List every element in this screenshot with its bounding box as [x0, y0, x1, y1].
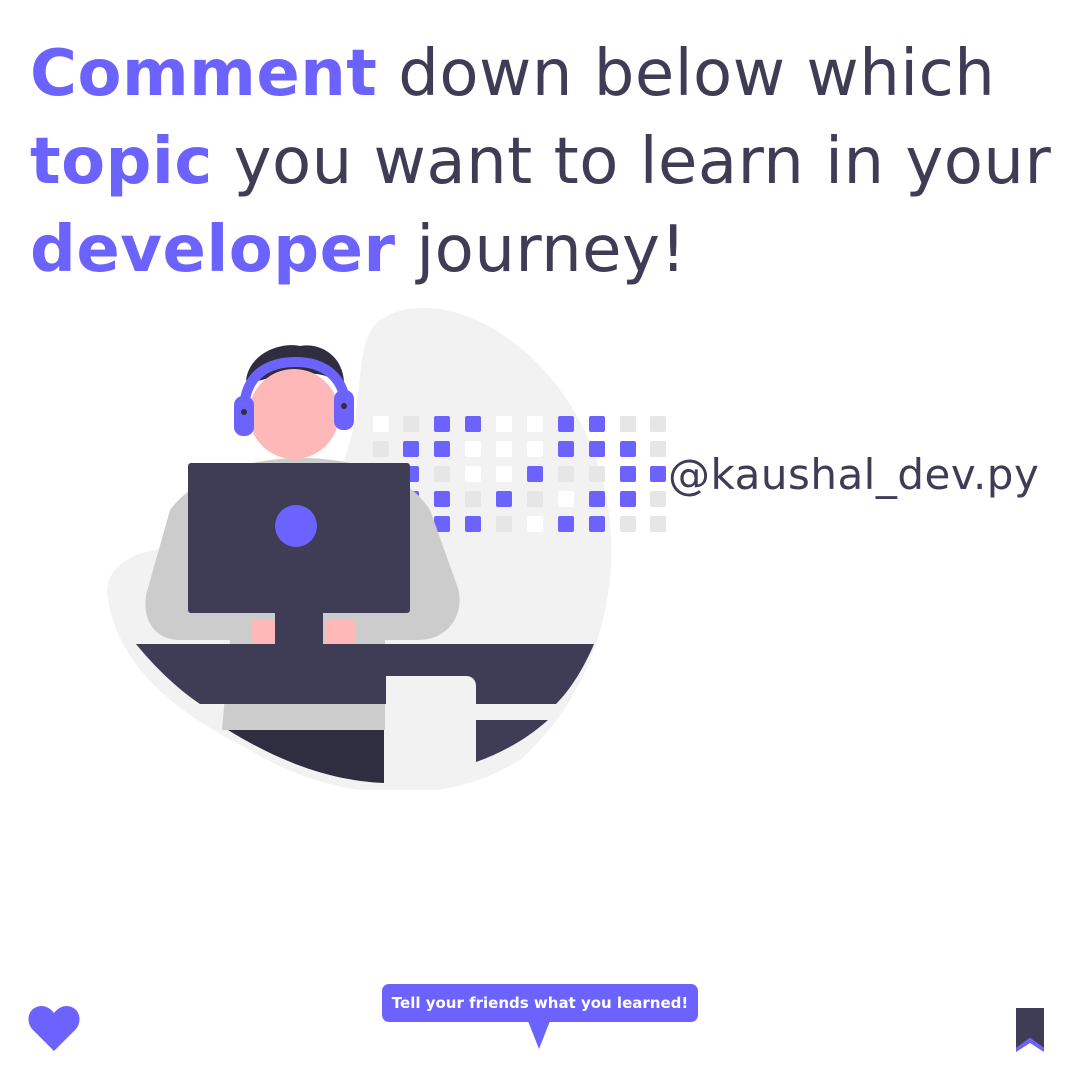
- monitor-logo: [275, 505, 317, 547]
- headline-line-3: developer journey!: [30, 206, 1060, 294]
- headline-highlight-developer: developer: [30, 213, 396, 287]
- cta-speech-bubble-tail: [528, 1021, 550, 1049]
- headline-line-2: topic you want to learn in your: [30, 118, 1060, 206]
- person-hand-left: [252, 620, 276, 644]
- headline: Comment down below which topic you want …: [30, 30, 1060, 294]
- person-hand-right: [325, 620, 355, 644]
- headline-highlight-topic: topic: [30, 125, 213, 199]
- chair-back: [386, 676, 476, 783]
- author-handle: @kaushal_dev.py: [668, 450, 1040, 499]
- cta-speech-bubble: Tell your friends what you learned!: [382, 984, 698, 1022]
- desk-top: [136, 644, 594, 704]
- person-head: [249, 369, 339, 459]
- monitor-stand: [275, 613, 323, 645]
- headline-text-3: journey!: [395, 213, 687, 287]
- heart-icon[interactable]: [28, 1005, 80, 1053]
- headline-line-1: Comment down below which: [30, 30, 1060, 118]
- bookmark-icon[interactable]: [1014, 1008, 1046, 1052]
- headline-highlight-comment: Comment: [30, 37, 378, 111]
- developer-illustration: [107, 307, 666, 790]
- post-canvas: Comment down below which topic you want …: [0, 0, 1080, 1080]
- headphone-cup-right: [334, 390, 354, 430]
- headphone-cup-left: [234, 396, 254, 436]
- headline-text-1: down below which: [377, 37, 996, 111]
- headline-text-2: you want to learn in your: [212, 125, 1052, 199]
